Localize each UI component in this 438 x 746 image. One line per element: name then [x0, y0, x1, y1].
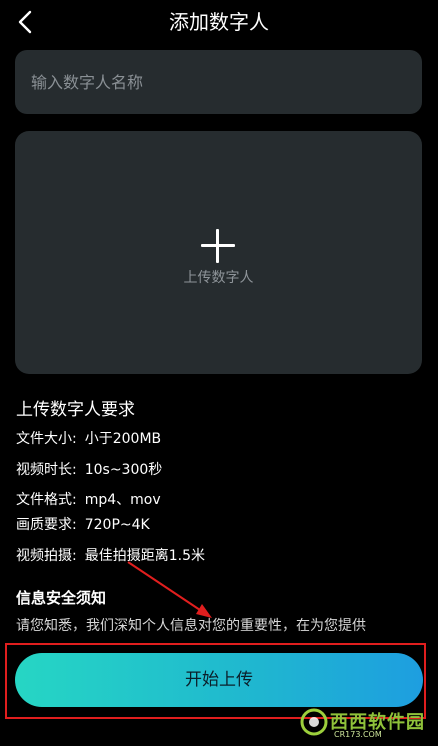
requirement-shooting: 视频拍摄: 最佳拍摄距离1.5米 [16, 546, 205, 566]
requirement-video-duration: 视频时长: 10s~300秒 [16, 460, 162, 480]
requirements-title: 上传数字人要求 [16, 400, 135, 420]
digital-human-name-input[interactable] [15, 50, 422, 114]
security-notice-title: 信息安全须知 [16, 589, 107, 607]
requirement-value: 最佳拍摄距离1.5米 [84, 548, 205, 564]
plus-icon [201, 229, 235, 263]
requirement-resolution: 画质要求: 720P~4K [16, 515, 150, 535]
upload-label: 上传数字人 [183, 270, 254, 286]
requirement-value: mp4、mov [84, 492, 161, 508]
header-bar: 添加数字人 [0, 0, 438, 44]
upload-video-area[interactable]: 上传数字人 [15, 131, 422, 374]
requirement-file-size: 文件大小: 小于200MB [16, 429, 161, 449]
start-upload-button[interactable]: 开始上传 [15, 653, 423, 707]
requirement-label: 文件大小: [16, 431, 77, 447]
requirement-label: 视频拍摄: [16, 548, 77, 564]
requirement-label: 视频时长: [16, 462, 77, 478]
watermark-subtext: CR173.COM [334, 730, 382, 739]
requirement-value: 720P~4K [84, 517, 150, 533]
requirement-file-format: 文件格式: mp4、mov [16, 490, 161, 510]
requirement-value: 小于200MB [84, 431, 162, 447]
requirement-label: 画质要求: [16, 517, 77, 533]
requirement-label: 文件格式: [16, 492, 77, 508]
page-title: 添加数字人 [169, 10, 269, 34]
requirement-value: 10s~300秒 [84, 462, 163, 478]
